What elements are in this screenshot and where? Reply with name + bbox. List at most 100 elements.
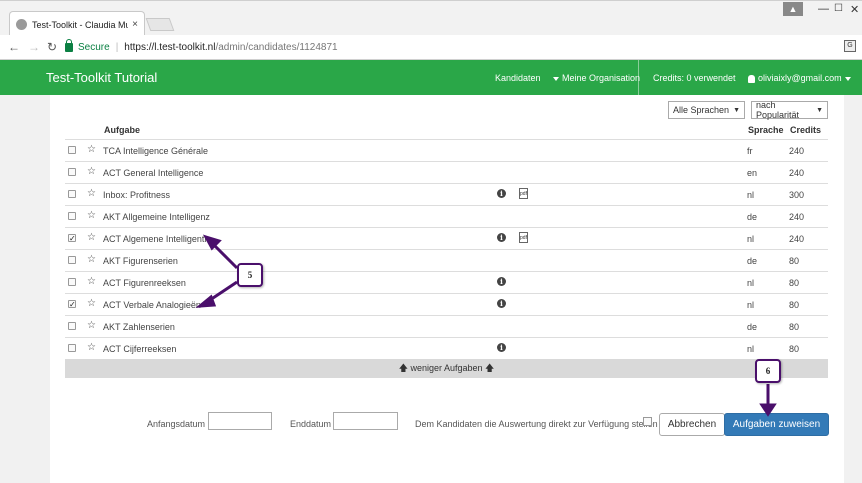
task-checkbox[interactable] <box>68 168 76 176</box>
task-language: nl <box>747 190 755 200</box>
nav-my-organisation[interactable]: Meine Organisation <box>550 73 640 83</box>
task-credits: 80 <box>789 300 800 310</box>
task-checkbox[interactable]: ✓ <box>68 234 76 243</box>
start-date-input[interactable] <box>208 412 272 430</box>
fewer-tasks-button[interactable]: 🡅 weniger Aufgaben 🡅 <box>65 359 828 378</box>
favicon-icon <box>16 19 27 30</box>
nav-candidates[interactable]: Kandidaten <box>495 73 541 83</box>
callout-6: 6 <box>755 359 781 383</box>
task-credits: 240 <box>789 212 805 222</box>
task-checkbox[interactable] <box>68 190 76 198</box>
window-user-icon[interactable]: ▲ <box>783 2 803 16</box>
brand-title[interactable]: Test-Toolkit Tutorial <box>46 70 157 85</box>
task-credits: 80 <box>789 278 800 288</box>
translate-icon[interactable]: G <box>844 40 856 52</box>
column-header-language[interactable]: Sprache <box>748 125 784 135</box>
maximize-button[interactable]: ☐ <box>834 3 843 14</box>
url-field[interactable]: Secure | https://l.test-toolkit.nl /admi… <box>65 38 840 57</box>
forward-arrow-icon[interactable]: → <box>28 40 40 54</box>
column-header-credits[interactable]: Credits <box>790 125 821 135</box>
browser-tab[interactable]: Test-Toolkit - Claudia Mu × <box>9 11 145 37</box>
callout-5: 5 <box>237 263 263 287</box>
caret-down-icon <box>553 76 559 81</box>
reload-icon[interactable]: ↻ <box>47 40 57 54</box>
star-icon[interactable]: ☆ <box>87 342 96 353</box>
table-row[interactable]: ☆ Inbox: Profitness i pdf nl 300 <box>65 183 828 205</box>
user-menu[interactable]: oliviaixly@gmail.com <box>748 73 854 83</box>
caret-down-icon <box>844 76 851 81</box>
table-row[interactable]: ☆ TCA Intelligence Générale fr 240 <box>65 139 828 161</box>
window-close-button[interactable]: ✕ <box>850 3 859 16</box>
table-row[interactable]: ☆ AKT Figurenserien de 80 <box>65 249 828 271</box>
table-row[interactable]: ☆ ACT Cijferreeksen i nl 80 <box>65 337 828 359</box>
task-checkbox[interactable] <box>68 278 76 286</box>
star-icon[interactable]: ☆ <box>87 144 96 155</box>
star-icon[interactable]: ☆ <box>87 232 96 243</box>
user-email: oliviaixly@gmail.com <box>758 73 842 83</box>
minimize-button[interactable]: — <box>818 3 829 15</box>
star-icon[interactable]: ☆ <box>87 188 96 199</box>
task-language: fr <box>747 146 753 156</box>
table-row[interactable]: ☆ ACT Figurenreeksen i nl 80 <box>65 271 828 293</box>
star-icon[interactable]: ☆ <box>87 166 96 177</box>
header-divider <box>638 60 639 95</box>
arrow-up-icon: 🡅 <box>485 363 495 373</box>
task-checkbox[interactable] <box>68 256 76 264</box>
info-icon[interactable]: i <box>497 299 506 308</box>
assign-tasks-button[interactable]: Aufgaben zuweisen <box>724 413 829 436</box>
back-arrow-icon[interactable]: ← <box>8 40 20 54</box>
language-select[interactable]: Alle Sprachen ▼ <box>668 101 745 119</box>
star-icon[interactable]: ☆ <box>87 210 96 221</box>
star-icon[interactable]: ☆ <box>87 320 96 331</box>
task-checkbox[interactable] <box>68 146 76 154</box>
task-language: de <box>747 212 758 222</box>
table-row[interactable]: ☆ AKT Zahlenserien de 80 <box>65 315 828 337</box>
url-path: /admin/candidates/1124871 <box>215 42 338 53</box>
tab-title: Test-Toolkit - Claudia Mu <box>32 19 129 30</box>
task-name: AKT Zahlenserien <box>103 322 175 332</box>
new-tab-button[interactable] <box>145 18 175 31</box>
task-credits: 300 <box>789 190 805 200</box>
task-name: ACT Figurenreeksen <box>103 278 186 288</box>
table-row[interactable]: ✓ ☆ ACT Verbale Analogieën i nl 80 <box>65 293 828 315</box>
star-icon[interactable]: ☆ <box>87 298 96 309</box>
task-language: nl <box>747 344 755 354</box>
task-language: en <box>747 168 758 178</box>
table-row[interactable]: ☆ ACT General Intelligence en 240 <box>65 161 828 183</box>
task-checkbox[interactable] <box>68 212 76 220</box>
url-host: https://l.test-toolkit.nl <box>124 42 216 53</box>
start-date-label: Anfangsdatum <box>147 419 206 429</box>
column-header-task[interactable]: Aufgabe <box>104 125 140 135</box>
address-bar: ← → ↻ Secure | https://l.test-toolkit.nl… <box>0 35 862 60</box>
star-icon[interactable]: ☆ <box>87 254 96 265</box>
task-checkbox[interactable] <box>68 344 76 352</box>
table-row[interactable]: ✓ ☆ ACT Algemene Intelligentie i pdf nl 240 <box>65 227 828 249</box>
sort-select[interactable]: nach Popularität ▼ <box>751 100 828 120</box>
sort-select-value: nach Popularität <box>756 100 800 120</box>
info-icon[interactable]: i <box>497 233 506 242</box>
url-separator: | <box>115 42 119 53</box>
task-name: ACT General Intelligence <box>103 168 204 178</box>
task-checkbox[interactable]: ✓ <box>68 300 76 309</box>
tab-close-icon[interactable]: × <box>132 19 138 30</box>
pdf-icon[interactable]: pdf <box>519 188 528 199</box>
pdf-icon[interactable]: pdf <box>519 232 528 243</box>
task-checkbox[interactable] <box>68 322 76 330</box>
chevron-down-icon: ▼ <box>733 106 740 114</box>
result-available-label: Dem Kandidaten die Auswertung direkt zur… <box>415 419 658 429</box>
task-credits: 80 <box>789 344 800 354</box>
info-icon[interactable]: i <box>497 189 506 198</box>
end-date-input[interactable] <box>333 412 398 430</box>
star-icon[interactable]: ☆ <box>87 276 96 287</box>
task-credits: 240 <box>789 168 805 178</box>
task-name: AKT Figurenserien <box>103 256 178 266</box>
task-language: nl <box>747 300 755 310</box>
cancel-button[interactable]: Abbrechen <box>659 413 725 436</box>
chevron-down-icon: ▼ <box>816 106 823 114</box>
info-icon[interactable]: i <box>497 277 506 286</box>
info-icon[interactable]: i <box>497 343 506 352</box>
result-available-checkbox[interactable] <box>643 417 652 426</box>
task-name: AKT Allgemeine Intelligenz <box>103 212 210 222</box>
task-language: de <box>747 256 758 266</box>
table-row[interactable]: ☆ AKT Allgemeine Intelligenz de 240 <box>65 205 828 227</box>
